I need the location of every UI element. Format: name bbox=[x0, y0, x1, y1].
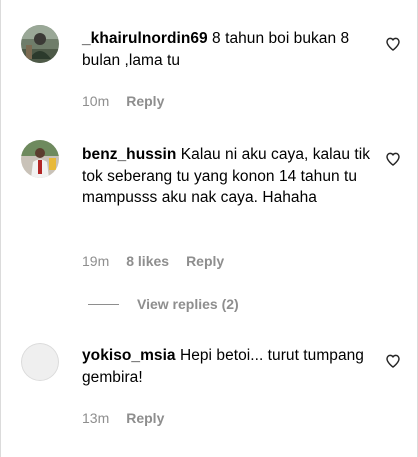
comment-body: yokiso_msia Hepi betoi... turut tumpang … bbox=[82, 345, 377, 388]
likes-count[interactable]: 8 likes bbox=[126, 252, 169, 270]
user-avatar[interactable] bbox=[21, 343, 59, 381]
comments-panel: _khairulnordin69 8 tahun boi bukan 8 bul… bbox=[0, 0, 418, 457]
comment-meta: 19m 8 likes Reply bbox=[82, 252, 224, 270]
avatar-photo-icon bbox=[21, 140, 59, 178]
reply-button[interactable]: Reply bbox=[126, 92, 164, 110]
view-replies-label: View replies (2) bbox=[137, 296, 239, 312]
divider-line bbox=[88, 303, 119, 305]
comment-body: _khairulnordin69 8 tahun boi bukan 8 bul… bbox=[82, 28, 377, 71]
comment-meta: 13m Reply bbox=[82, 409, 164, 427]
comment-timestamp[interactable]: 10m bbox=[82, 92, 109, 110]
comment-meta: 10m Reply bbox=[82, 92, 164, 110]
comment-username[interactable]: benz_hussin bbox=[82, 146, 176, 163]
avatar-photo-icon bbox=[21, 25, 59, 63]
view-replies-button[interactable]: View replies (2) bbox=[88, 296, 239, 312]
default-avatar-icon bbox=[21, 343, 59, 381]
user-avatar[interactable] bbox=[21, 140, 59, 178]
comment-timestamp[interactable]: 19m bbox=[82, 252, 109, 270]
comment-timestamp[interactable]: 13m bbox=[82, 409, 109, 427]
comment-body: benz_hussin Kalau ni aku caya, kalau tik… bbox=[82, 144, 377, 209]
comment-username[interactable]: yokiso_msia bbox=[82, 347, 176, 364]
heart-outline-icon[interactable] bbox=[385, 36, 401, 52]
reply-button[interactable]: Reply bbox=[186, 252, 224, 270]
user-avatar[interactable] bbox=[21, 25, 59, 63]
comment-username[interactable]: _khairulnordin69 bbox=[82, 30, 208, 47]
reply-button[interactable]: Reply bbox=[126, 409, 164, 427]
heart-outline-icon[interactable] bbox=[385, 353, 401, 369]
heart-outline-icon[interactable] bbox=[385, 151, 401, 167]
